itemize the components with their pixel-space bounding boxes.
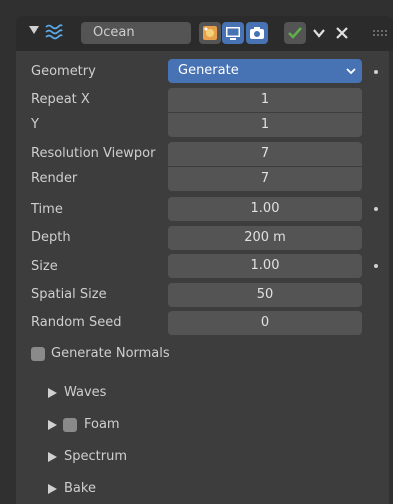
- generate-normals-checkbox[interactable]: [31, 347, 45, 361]
- geometry-dropdown[interactable]: Generate: [168, 59, 362, 83]
- collapse-triangle-icon[interactable]: [29, 26, 39, 34]
- resolution-viewport-field[interactable]: 7: [168, 142, 362, 166]
- render-camera-icon: [250, 27, 264, 39]
- remove-modifier-button[interactable]: [331, 22, 353, 44]
- repeat-x-field[interactable]: 1: [168, 88, 362, 112]
- depth-field[interactable]: 200 m: [168, 226, 362, 250]
- subpanel-spectrum-label: Spectrum: [64, 449, 127, 464]
- foam-checkbox[interactable]: [63, 418, 77, 432]
- geometry-value: Generate: [178, 63, 239, 78]
- spatial-size-label: Spatial Size: [31, 287, 107, 302]
- repeat-y-field[interactable]: 1: [168, 113, 362, 137]
- size-anim-dot[interactable]: [374, 264, 378, 268]
- spatial-size-field[interactable]: 50: [168, 283, 362, 307]
- time-label: Time: [31, 202, 63, 217]
- repeat-x-label: Repeat X: [31, 92, 90, 107]
- resolution-render-field[interactable]: 7: [168, 167, 362, 191]
- expand-triangle-icon: [48, 484, 57, 494]
- viewport-display-toggle[interactable]: [222, 22, 244, 44]
- dropdown-chevron-icon: [313, 29, 325, 38]
- repeat-y-label: Y: [31, 117, 39, 132]
- random-seed-label: Random Seed: [31, 315, 122, 330]
- chevron-down-icon: [346, 68, 356, 75]
- geometry-anim-dot[interactable]: [374, 70, 378, 74]
- size-label: Size: [31, 259, 58, 274]
- modifier-menu-button[interactable]: [308, 22, 330, 44]
- size-field[interactable]: 1.00: [168, 254, 362, 278]
- realtime-display-icon: [226, 27, 240, 40]
- expand-triangle-icon: [48, 452, 57, 462]
- expand-triangle-icon: [48, 420, 57, 430]
- editmode-toggle[interactable]: [199, 22, 221, 44]
- resolution-viewport-label: Resolution Viewpor: [31, 146, 156, 161]
- modifier-name-field[interactable]: Ocean: [81, 22, 191, 44]
- subpanel-bake-label: Bake: [64, 481, 96, 496]
- expand-triangle-icon: [48, 388, 57, 398]
- resolution-render-label: Render: [31, 171, 78, 186]
- editmode-icon: [203, 26, 217, 40]
- subpanel-foam-label: Foam: [84, 417, 120, 432]
- geometry-label: Geometry: [31, 64, 96, 79]
- time-anim-dot[interactable]: [374, 207, 378, 211]
- drag-handle-icon[interactable]: [373, 29, 389, 37]
- render-toggle[interactable]: [246, 22, 268, 44]
- depth-label: Depth: [31, 230, 71, 245]
- time-field[interactable]: 1.00: [168, 197, 362, 221]
- generate-normals-label: Generate Normals: [51, 346, 170, 361]
- close-x-icon: [336, 27, 348, 39]
- apply-check-icon: [288, 27, 302, 39]
- ocean-waves-icon: [45, 24, 63, 40]
- random-seed-field[interactable]: 0: [168, 311, 362, 335]
- subpanel-waves-label: Waves: [64, 385, 107, 400]
- apply-toggle[interactable]: [284, 22, 306, 44]
